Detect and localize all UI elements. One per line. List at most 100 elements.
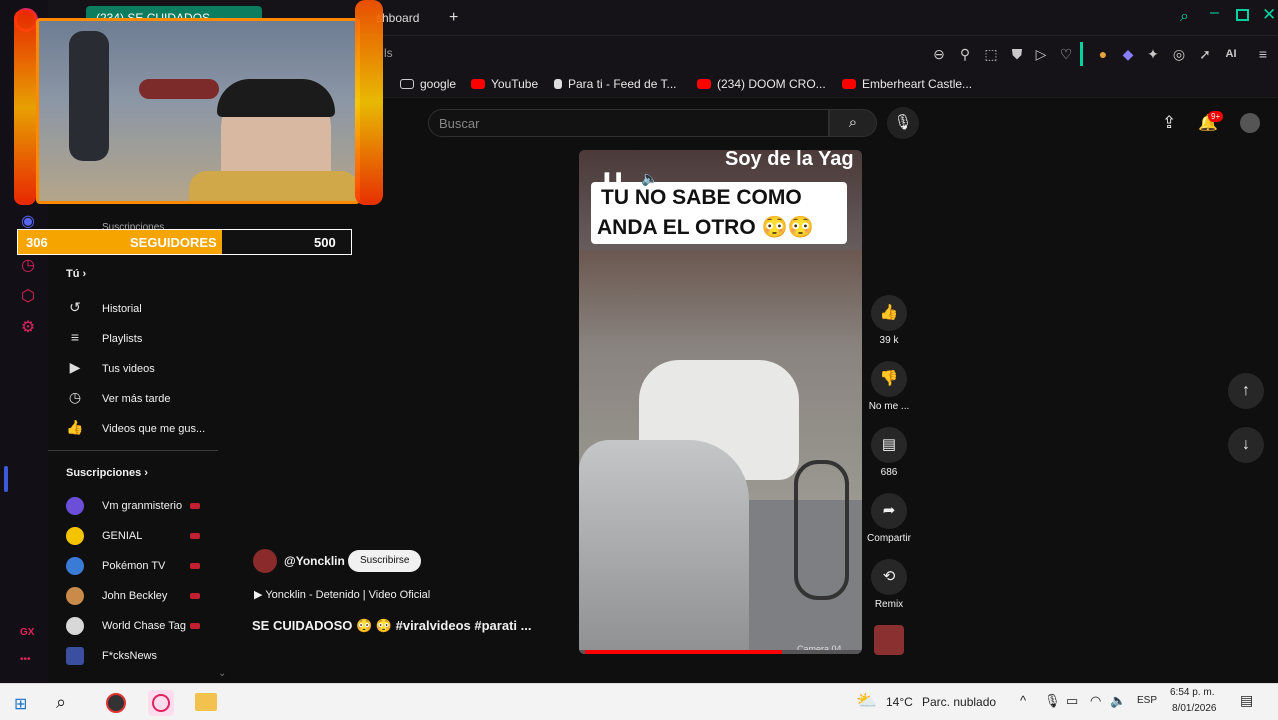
snapshot-icon[interactable]: ⬚ [982, 45, 1000, 63]
sub-fcksnews[interactable]: F*cksNews [66, 645, 157, 667]
channel-name[interactable]: @Yoncklin [284, 554, 345, 568]
app-icon[interactable] [106, 693, 126, 713]
webcam-overlay [36, 18, 360, 204]
live-indicator [190, 623, 200, 629]
bookmark-youtube[interactable]: YouTube [471, 77, 538, 91]
close-icon[interactable]: ✕ [1262, 5, 1276, 25]
like-icon[interactable]: 👍 [871, 295, 907, 331]
dislike-action[interactable]: 👎 No me ... [869, 361, 909, 412]
folder-icon[interactable] [195, 693, 217, 711]
arrow-up-icon: ↑ [1242, 382, 1250, 399]
gx-label[interactable]: GX [20, 627, 34, 638]
sidebar-item-watch-later[interactable]: ◷ Ver más tarde [66, 386, 171, 408]
opera-gx-taskbar-icon[interactable] [148, 690, 174, 716]
sidebar-item-your-videos[interactable]: ▶ Tus videos [66, 356, 155, 378]
shield-icon[interactable]: ⛊ [1008, 45, 1026, 63]
sidebar-item-history[interactable]: ↺ Historial [66, 296, 142, 318]
short-video-player[interactable]: Soy de la Yag TU NO SABE COMO ANDA EL OT… [579, 150, 862, 654]
mic-tray-icon[interactable]: 🎙 [1044, 693, 1061, 709]
streamer-cap [217, 79, 335, 117]
pause-icon[interactable]: ❚❚ [601, 170, 624, 187]
minimize-icon[interactable]: – [1210, 4, 1219, 22]
section-subscriptions[interactable]: Suscripciones › [66, 467, 148, 479]
progress-fill [585, 650, 782, 654]
battery-icon[interactable]: ▭ [1066, 693, 1078, 709]
bookmark-doom[interactable]: (234) DOOM CRO... [697, 77, 826, 91]
channel-avatar[interactable] [253, 549, 277, 573]
extensions-icon[interactable]: ✦ [1144, 45, 1162, 63]
bookmark-google[interactable]: google [400, 77, 456, 91]
cube-icon[interactable]: ⬡ [18, 287, 38, 307]
bookmark-emberheart[interactable]: Emberheart Castle... [842, 77, 972, 91]
notification-center-icon[interactable]: ▤ [1240, 692, 1253, 709]
bookmark-tiktok[interactable]: Para ti - Feed de T... [554, 77, 677, 91]
scroll-down-icon[interactable]: ⌄ [218, 668, 226, 679]
sub-vm-granmisterio[interactable]: Vm granmisterio [66, 495, 182, 517]
like-count: 39 k [879, 335, 899, 346]
search-icon[interactable]: ⌕ [56, 692, 66, 713]
music-link[interactable]: ▶ Yoncklin - Detenido | Video Oficial [254, 588, 430, 601]
video-scene-silver-car [579, 440, 749, 654]
search-button[interactable]: ⌕ [829, 109, 877, 137]
sub-john-beckley[interactable]: John Beckley [66, 585, 167, 607]
maximize-icon[interactable] [1236, 9, 1249, 21]
new-tab-button[interactable]: + [446, 6, 466, 30]
sub-pokemon-tv[interactable]: Pokémon TV [66, 555, 165, 577]
previous-short-button[interactable]: ↑ [1228, 373, 1264, 409]
play-icon: ▶ [254, 589, 266, 601]
voice-search-button[interactable]: 🎙 [887, 107, 919, 139]
remix-icon[interactable]: ⟲ [871, 559, 907, 595]
more-icon[interactable]: ••• [20, 654, 31, 665]
channel-avatar [66, 617, 84, 636]
subscribe-button[interactable]: Suscribirse [348, 550, 422, 572]
next-short-button[interactable]: ↓ [1228, 427, 1264, 463]
wifi-icon[interactable]: ◠ [1090, 693, 1101, 709]
live-indicator [190, 533, 200, 539]
heart-icon[interactable]: ♡ [1057, 45, 1075, 63]
pin-icon[interactable]: ⚲ [956, 45, 974, 63]
caption-line-2: ANDA EL OTRO 😳😳 [597, 216, 814, 239]
history-rail-icon[interactable]: ◷ [18, 256, 38, 276]
rocket-icon[interactable]: ➚ [1196, 45, 1214, 63]
sub-world-chase-tag[interactable]: World Chase Tag [66, 615, 186, 637]
windows-taskbar: ⊞ ⌕ ⛅ 14°C Parc. nublado ^ 🎙 ▭ ◠ 🔈 ESP 6… [0, 683, 1278, 720]
remix-action[interactable]: ⟲ Remix [871, 559, 907, 610]
zoom-out-icon[interactable]: ⊖ [930, 45, 948, 63]
settings-rail-icon[interactable]: ⚙ [18, 318, 38, 338]
notification-badge: 9+ [1208, 111, 1224, 122]
sub-genial[interactable]: GENIAL [66, 525, 142, 547]
volume-icon[interactable]: 🔈 [1110, 693, 1126, 709]
comment-icon[interactable]: ▤ [871, 427, 907, 463]
send-icon[interactable]: ▷ [1032, 45, 1050, 63]
share-icon[interactable]: ➦ [871, 493, 907, 529]
language-indicator[interactable]: ESP [1137, 695, 1157, 706]
sound-thumbnail[interactable] [874, 625, 904, 655]
search-icon: ⌕ [848, 114, 858, 131]
colors-icon[interactable]: ● [1094, 45, 1112, 63]
url-text[interactable]: ls [384, 46, 393, 60]
ai-button[interactable]: AI [1218, 45, 1244, 63]
share-action[interactable]: ➦ Compartir [867, 493, 911, 544]
youtube-icon [697, 79, 711, 89]
dislike-icon[interactable]: 👎 [871, 361, 907, 397]
search-input[interactable]: Buscar [428, 109, 829, 137]
like-action[interactable]: 👍 39 k [871, 295, 907, 346]
avatar[interactable] [1240, 113, 1260, 133]
menu-icon[interactable]: ≡ [1254, 45, 1272, 63]
comments-action[interactable]: ▤ 686 [871, 427, 907, 478]
section-you[interactable]: Tú › [66, 268, 86, 280]
sidebar-item-liked[interactable]: 👍 Videos que me gus... [66, 416, 205, 438]
youtube-icon [842, 79, 856, 89]
clock-time[interactable]: 6:54 p. m. [1170, 687, 1214, 698]
short-title[interactable]: SE CUIDADOSO 😳 😳 #viralvideos #parati ..… [252, 618, 531, 634]
profile-icon[interactable]: ◎ [1170, 45, 1188, 63]
live-indicator [190, 593, 200, 599]
windows-start-icon[interactable]: ⊞ [14, 694, 27, 714]
search-icon[interactable]: ⌕ [1180, 8, 1189, 26]
volume-icon[interactable]: 🔈 [641, 170, 658, 187]
upload-icon[interactable]: ⇪ [1162, 113, 1176, 133]
sidebar-item-playlists[interactable]: ≡ Playlists [66, 326, 142, 348]
game-icon[interactable]: ◆ [1119, 45, 1137, 63]
tray-chevron-icon[interactable]: ^ [1020, 693, 1026, 708]
clock-date[interactable]: 8/01/2026 [1172, 703, 1217, 714]
